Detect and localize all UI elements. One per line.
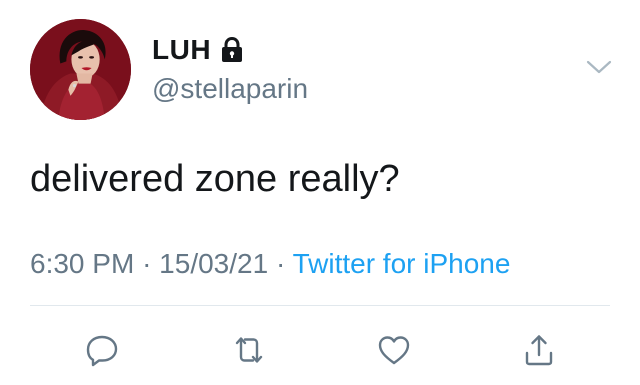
display-name-row: LUH	[152, 34, 243, 66]
heart-icon	[378, 336, 410, 365]
avatar-image	[30, 19, 131, 120]
tweet-text: delivered zone really?	[30, 158, 400, 200]
retweet-button[interactable]	[229, 330, 269, 370]
retweet-icon	[235, 337, 263, 363]
action-bar	[0, 330, 640, 370]
username[interactable]: @stellaparin	[152, 73, 308, 105]
chevron-down-icon[interactable]	[586, 58, 612, 76]
share-icon	[525, 335, 553, 366]
tweet-date[interactable]: 15/03/21	[159, 248, 268, 279]
meta-separator: ·	[142, 248, 152, 279]
tweet-meta: 6:30 PM · 15/03/21 · Twitter for iPhone	[30, 248, 510, 280]
avatar[interactable]	[30, 19, 131, 120]
display-name[interactable]: LUH	[152, 34, 211, 66]
like-button[interactable]	[374, 330, 414, 370]
lock-icon	[221, 36, 243, 63]
meta-separator: ·	[275, 248, 286, 279]
reply-button[interactable]	[82, 330, 122, 370]
divider	[30, 305, 610, 306]
reply-icon	[86, 335, 118, 367]
tweet-time[interactable]: 6:30 PM	[30, 248, 134, 279]
share-button[interactable]	[519, 330, 559, 370]
tweet-source-link[interactable]: Twitter for iPhone	[293, 248, 511, 279]
